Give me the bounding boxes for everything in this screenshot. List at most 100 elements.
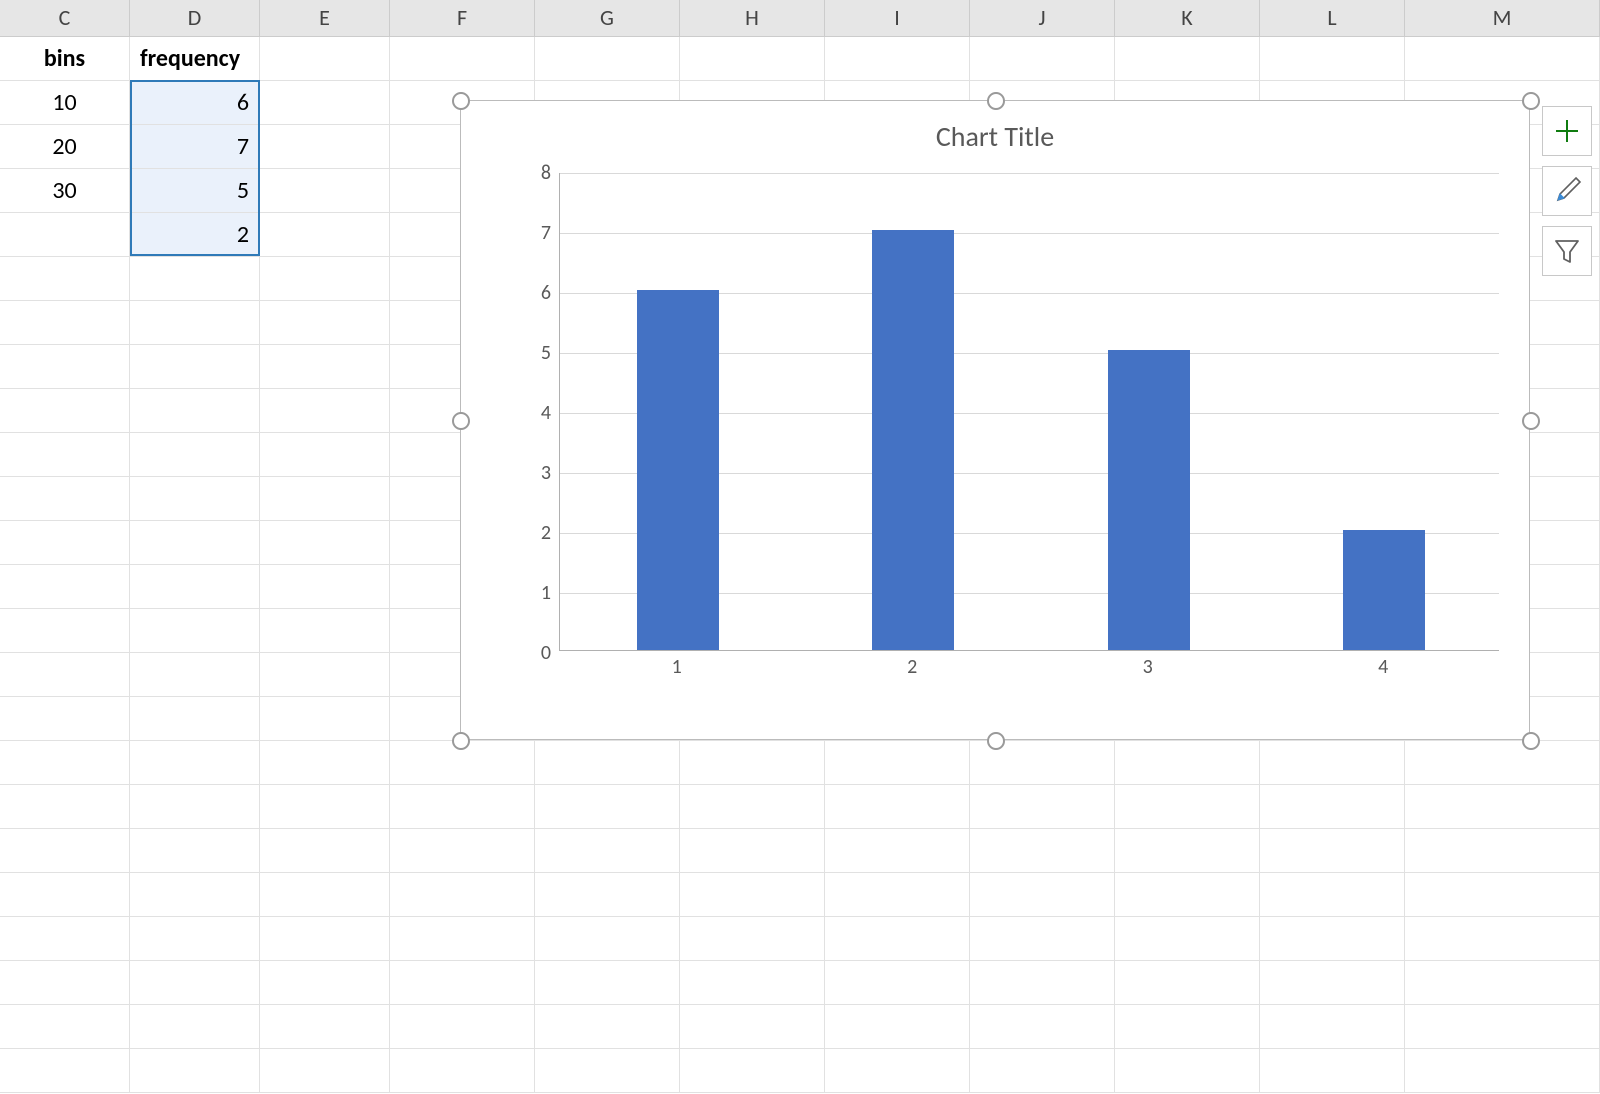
header-frequency[interactable]: frequency: [130, 37, 260, 81]
cell[interactable]: [260, 1005, 390, 1049]
bar[interactable]: [1108, 350, 1190, 650]
chart-styles-button[interactable]: [1542, 166, 1592, 216]
cell[interactable]: [0, 1049, 130, 1093]
cell[interactable]: [825, 961, 970, 1005]
cell[interactable]: [1405, 1049, 1600, 1093]
cell[interactable]: [1405, 829, 1600, 873]
cell[interactable]: [0, 389, 130, 433]
chart-resize-handle[interactable]: [987, 732, 1005, 750]
cell[interactable]: [970, 829, 1115, 873]
cell[interactable]: [390, 829, 535, 873]
cell[interactable]: [825, 917, 970, 961]
cell[interactable]: [130, 741, 260, 785]
column-header[interactable]: J: [970, 0, 1115, 36]
cell[interactable]: [260, 169, 390, 213]
cell[interactable]: [1260, 741, 1405, 785]
column-header[interactable]: C: [0, 0, 130, 36]
cell[interactable]: [0, 697, 130, 741]
chart-resize-handle[interactable]: [452, 732, 470, 750]
cell[interactable]: [1115, 873, 1260, 917]
bar[interactable]: [1343, 530, 1425, 650]
cell[interactable]: [0, 961, 130, 1005]
cell[interactable]: [260, 477, 390, 521]
cell[interactable]: [0, 609, 130, 653]
cell[interactable]: [260, 961, 390, 1005]
cell[interactable]: [680, 1005, 825, 1049]
cell[interactable]: [260, 81, 390, 125]
cell[interactable]: [260, 125, 390, 169]
cell[interactable]: [390, 1049, 535, 1093]
cell[interactable]: [0, 785, 130, 829]
cell[interactable]: [535, 37, 680, 81]
cell[interactable]: [680, 785, 825, 829]
cell-bin[interactable]: 20: [0, 125, 130, 169]
chart-filters-button[interactable]: [1542, 226, 1592, 276]
column-header[interactable]: I: [825, 0, 970, 36]
cell[interactable]: [0, 741, 130, 785]
cell[interactable]: [0, 873, 130, 917]
header-bins[interactable]: bins: [0, 37, 130, 81]
cell[interactable]: [130, 917, 260, 961]
cell[interactable]: [130, 389, 260, 433]
cell[interactable]: [260, 257, 390, 301]
cell[interactable]: [260, 609, 390, 653]
column-header[interactable]: M: [1405, 0, 1600, 36]
bar[interactable]: [872, 230, 954, 650]
cell[interactable]: [825, 829, 970, 873]
cell[interactable]: [130, 653, 260, 697]
column-header[interactable]: D: [130, 0, 260, 36]
cell[interactable]: [130, 433, 260, 477]
cell[interactable]: [680, 917, 825, 961]
cell[interactable]: [970, 873, 1115, 917]
cell[interactable]: [535, 741, 680, 785]
cell[interactable]: [970, 785, 1115, 829]
cell[interactable]: [130, 697, 260, 741]
cell[interactable]: [1260, 829, 1405, 873]
cell[interactable]: [260, 301, 390, 345]
cell-frequency[interactable]: 5: [130, 169, 260, 213]
cell[interactable]: [680, 37, 825, 81]
cell[interactable]: [390, 961, 535, 1005]
cell[interactable]: [260, 433, 390, 477]
cell[interactable]: [970, 37, 1115, 81]
cell[interactable]: [260, 389, 390, 433]
cell[interactable]: [535, 917, 680, 961]
cell[interactable]: [130, 1049, 260, 1093]
cell[interactable]: [1260, 1005, 1405, 1049]
cell[interactable]: [1115, 961, 1260, 1005]
cell-frequency[interactable]: 6: [130, 81, 260, 125]
column-header[interactable]: F: [390, 0, 535, 36]
cell[interactable]: [1405, 961, 1600, 1005]
cell[interactable]: [130, 257, 260, 301]
cell[interactable]: [130, 829, 260, 873]
embedded-chart[interactable]: Chart Title 0123456781234: [460, 100, 1530, 740]
cell[interactable]: [260, 873, 390, 917]
cell[interactable]: [1115, 829, 1260, 873]
cell[interactable]: [1260, 917, 1405, 961]
cell[interactable]: [680, 873, 825, 917]
column-header[interactable]: L: [1260, 0, 1405, 36]
cell[interactable]: [1260, 1049, 1405, 1093]
chart-elements-button[interactable]: [1542, 106, 1592, 156]
cell[interactable]: [0, 301, 130, 345]
cell[interactable]: [1260, 785, 1405, 829]
cell[interactable]: [1115, 741, 1260, 785]
cell[interactable]: [825, 37, 970, 81]
cell-bin[interactable]: 30: [0, 169, 130, 213]
cell[interactable]: [970, 961, 1115, 1005]
cell[interactable]: [260, 213, 390, 257]
cell-frequency[interactable]: 2: [130, 213, 260, 257]
cell-frequency[interactable]: 7: [130, 125, 260, 169]
cell[interactable]: [535, 1005, 680, 1049]
chart-resize-handle[interactable]: [1522, 92, 1540, 110]
cell[interactable]: [260, 37, 390, 81]
column-header[interactable]: K: [1115, 0, 1260, 36]
cell[interactable]: [390, 917, 535, 961]
cell[interactable]: [535, 829, 680, 873]
cell[interactable]: [970, 1049, 1115, 1093]
cell[interactable]: [130, 961, 260, 1005]
cell[interactable]: [0, 829, 130, 873]
cell[interactable]: [130, 609, 260, 653]
cell[interactable]: [390, 1005, 535, 1049]
cell[interactable]: [260, 565, 390, 609]
